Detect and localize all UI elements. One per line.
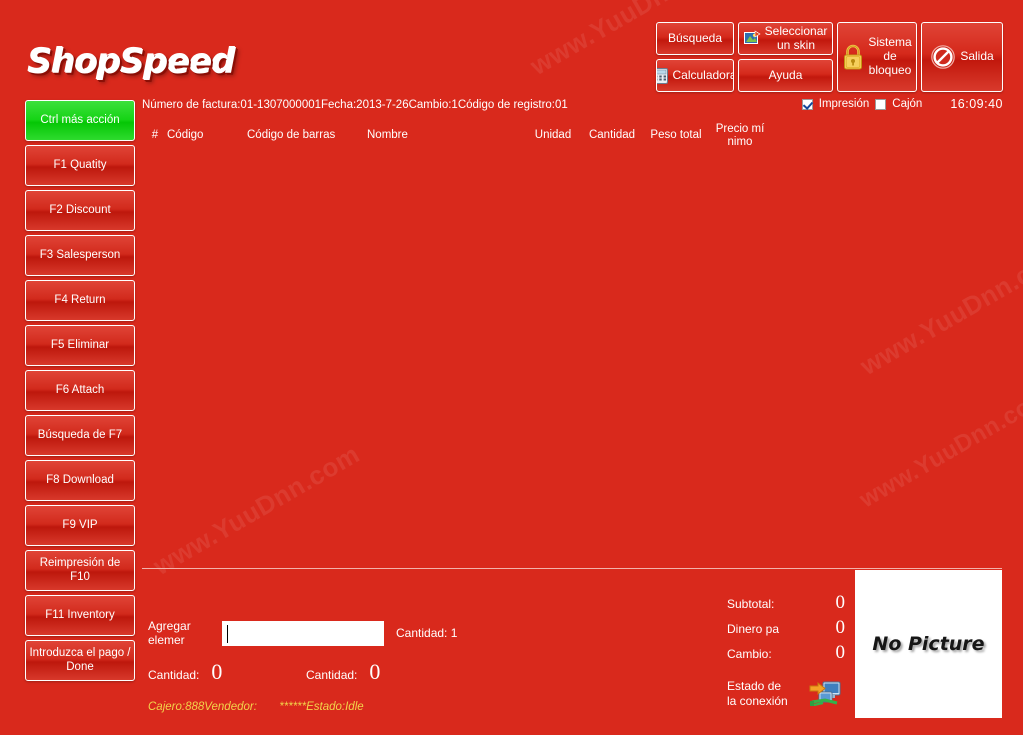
cash-drawer-checkbox[interactable]	[875, 98, 887, 110]
invoice-info-bar: Número de factura:01-1307000001Fecha:201…	[142, 97, 1003, 115]
sidebar-item-label: F2 Discount	[49, 203, 111, 216]
total-row-change: Cambio: 0	[727, 642, 846, 670]
quantity-cell-1: Cantidad: 0	[148, 659, 222, 685]
add-item-row: Agregar elemer Cantidad: 1	[148, 619, 457, 647]
text-caret	[227, 624, 228, 643]
app-logo: ShopSpeed	[28, 42, 236, 82]
toolbar-column-2: Seleccionar un skin Ayuda	[738, 22, 833, 92]
sidebar-item-f9-vip[interactable]: F9 VIP	[25, 505, 135, 546]
column-header-cantidad[interactable]: Cantidad	[581, 129, 643, 142]
select-skin-button-label: Seleccionar un skin	[764, 23, 828, 52]
items-grid-body[interactable]	[142, 152, 1002, 567]
product-image-placeholder-label: No Picture	[872, 633, 985, 655]
add-item-input[interactable]	[222, 620, 384, 646]
help-button-label: Ayuda	[768, 67, 803, 82]
calculator-button[interactable]: Calculadora	[656, 59, 734, 92]
sidebar-item-f7-busqueda[interactable]: Búsqueda de F7	[25, 415, 135, 456]
palette-icon	[743, 30, 761, 47]
total-row-subtotal: Subtotal: 0	[727, 592, 846, 620]
calculator-icon	[657, 67, 669, 84]
padlock-icon	[842, 43, 864, 71]
sidebar-item-f8-download[interactable]: F8 Download	[25, 460, 135, 501]
subtotal-label: Subtotal:	[727, 597, 775, 611]
cash-drawer-checkbox-label: Cajón	[892, 98, 923, 110]
sidebar-item-f1-quatity[interactable]: F1 Quatity	[25, 145, 135, 186]
column-header-index[interactable]: #	[147, 129, 163, 142]
invoice-info-options: Impresión Cajón 16:09:40	[801, 97, 1003, 111]
quantity-cell-2: Cantidad: 0	[306, 659, 380, 685]
sidebar-item-label: F8 Download	[46, 473, 114, 486]
column-header-nombre[interactable]: Nombre	[367, 129, 492, 142]
column-header-codigo[interactable]: Código	[167, 129, 239, 142]
sidebar-item-label: F5 Eliminar	[50, 338, 110, 351]
quantity-value-2: 0	[369, 659, 381, 684]
top-toolbar: Búsqueda Calculadora Seleccionar un skin…	[656, 22, 1003, 92]
paid-label: Dinero pa	[727, 622, 780, 636]
column-header-codigo-barras[interactable]: Código de barras	[247, 129, 372, 142]
select-skin-button[interactable]: Seleccionar un skin	[738, 22, 833, 55]
quantity-label-2: Cantidad:	[306, 668, 358, 682]
sidebar-item-f3-salesperson[interactable]: F3 Salesperson	[25, 235, 135, 276]
clock: 16:09:40	[950, 97, 1003, 111]
quantity-inline-label: Cantidad: 1	[396, 626, 458, 640]
calculator-button-label: Calculadora	[672, 67, 734, 82]
change-value: 0	[835, 642, 846, 663]
column-header-peso-total[interactable]: Peso total	[643, 129, 709, 142]
print-checkbox-label: Impresión	[818, 98, 870, 110]
quantity-label-1: Cantidad:	[148, 668, 200, 682]
lock-system-button[interactable]: Sistema de bloqueo	[837, 22, 917, 92]
sidebar-item-label: F3 Salesperson	[39, 248, 121, 261]
sidebar-item-f4-return[interactable]: F4 Return	[25, 280, 135, 321]
sidebar-item-label: F4 Return	[54, 293, 106, 306]
lock-system-button-label: Sistema de bloqueo	[868, 35, 912, 77]
search-button-label: Búsqueda	[667, 30, 723, 45]
search-button[interactable]: Búsqueda	[656, 22, 734, 55]
invoice-info-text: Número de factura:01-1307000001Fecha:201…	[142, 99, 568, 111]
change-label: Cambio:	[727, 647, 772, 661]
subtotal-value: 0	[835, 592, 846, 613]
connection-status-row: Estado de la conexión	[727, 679, 852, 709]
help-button[interactable]: Ayuda	[738, 59, 833, 92]
quantity-value-1: 0	[211, 659, 223, 684]
exit-button[interactable]: Salida	[921, 22, 1003, 92]
add-item-label: Agregar elemer	[148, 619, 191, 647]
column-header-unidad[interactable]: Unidad	[527, 129, 579, 142]
paid-value: 0	[835, 617, 846, 638]
exit-button-label: Salida	[960, 49, 994, 64]
print-checkbox[interactable]	[801, 98, 813, 110]
items-grid: # Código Código de barras Nombre Unidad …	[142, 118, 1002, 567]
toolbar-column-1: Búsqueda Calculadora	[656, 22, 734, 92]
quantity-summary-row: Cantidad: 0 Cantidad: 0	[148, 659, 568, 687]
sidebar-item-ctrl-action[interactable]: Ctrl más acción	[25, 100, 135, 141]
total-row-paid: Dinero pa 0	[727, 617, 846, 645]
product-image-placeholder[interactable]: No Picture	[855, 570, 1002, 718]
sidebar-item-f6-attach[interactable]: F6 Attach	[25, 370, 135, 411]
connection-status-label: Estado de la conexión	[727, 679, 788, 708]
sidebar-item-label: Búsqueda de F7	[37, 428, 123, 441]
exit-forbidden-icon	[930, 44, 956, 70]
sidebar-item-label: F9 VIP	[62, 518, 98, 531]
network-transfer-icon	[809, 679, 843, 709]
items-grid-header: # Código Código de barras Nombre Unidad …	[142, 118, 1002, 152]
sidebar-item-f5-eliminar[interactable]: F5 Eliminar	[25, 325, 135, 366]
sidebar-item-label: F6 Attach	[55, 383, 105, 396]
totals-panel: Subtotal: 0 Dinero pa 0 Cambio: 0	[727, 592, 846, 670]
sidebar-item-f2-discount[interactable]: F2 Discount	[25, 190, 135, 231]
sidebar-item-label: Ctrl más acción	[40, 113, 120, 126]
column-header-precio-minimo[interactable]: Precio mí nimo	[712, 123, 768, 149]
cashier-status-line: Cajero:888Vendedor: ******Estado:Idle	[148, 701, 364, 713]
sidebar-item-label: F1 Quatity	[53, 158, 107, 171]
